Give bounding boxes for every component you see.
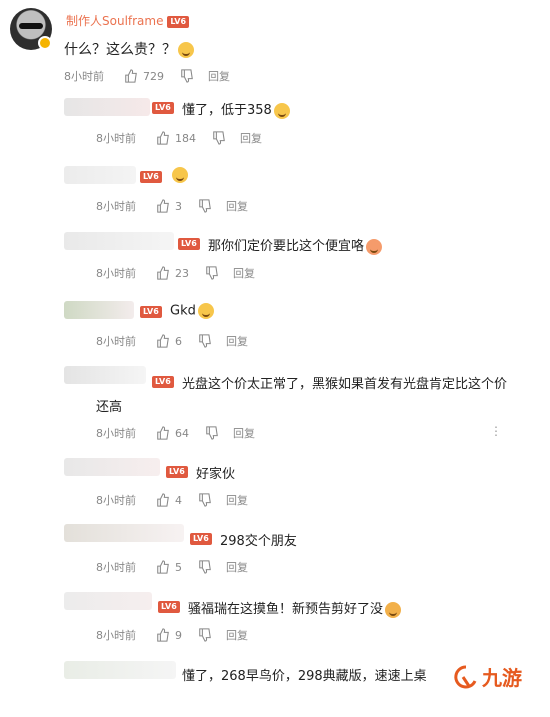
like-count: 5 <box>175 560 182 574</box>
reply-meta: 8小时前 3 回复 <box>96 198 248 214</box>
timestamp: 8小时前 <box>96 132 136 145</box>
emoji-icon <box>178 42 194 58</box>
reply-text: 懂了，268早鸟价，298典藏版，速速上桌 <box>182 669 427 684</box>
dislike-icon[interactable] <box>205 266 219 280</box>
dislike-icon[interactable] <box>198 199 212 213</box>
reply-text: 298交个朋友 <box>220 534 297 549</box>
emoji-icon <box>366 238 383 255</box>
reply-button[interactable]: 回复 <box>208 68 230 84</box>
level-badge: LV6 <box>152 376 174 388</box>
like-count: 64 <box>175 426 189 440</box>
timestamp: 8小时前 <box>96 267 136 280</box>
like-icon[interactable] <box>156 199 170 213</box>
reply-button[interactable]: 回复 <box>233 265 255 281</box>
like-count: 184 <box>175 131 196 145</box>
blurred-username <box>64 166 136 184</box>
like-icon[interactable] <box>156 334 170 348</box>
blurred-username <box>64 301 134 319</box>
dislike-icon[interactable] <box>198 560 212 574</box>
more-options-icon[interactable]: ⋮ <box>490 424 502 438</box>
like-icon[interactable] <box>156 426 170 440</box>
reply-text: 骚福瑞在这摸鱼！新预告剪好了没 <box>188 598 402 618</box>
dislike-icon[interactable] <box>198 334 212 348</box>
reply-text <box>170 167 188 183</box>
reply-meta: 8小时前 23 回复 <box>96 265 255 281</box>
like-icon[interactable] <box>156 266 170 280</box>
like-icon[interactable] <box>156 131 170 145</box>
doge-emoji-icon <box>385 601 402 618</box>
dislike-icon[interactable] <box>212 131 226 145</box>
level-badge: LV6 <box>166 466 188 478</box>
timestamp: 8小时前 <box>96 494 136 507</box>
blurred-username <box>64 661 176 679</box>
reply-text: 光盘这个价太正常了，黑猴如果首发有光盘肯定比这个价 <box>182 377 508 392</box>
like-icon[interactable] <box>156 560 170 574</box>
reply-button[interactable]: 回复 <box>226 492 248 508</box>
author-name[interactable]: 制作人Soulframe LV6 <box>66 12 190 29</box>
timestamp: 8小时前 <box>64 70 104 83</box>
like-count: 4 <box>175 493 182 507</box>
reply-meta: 8小时前 9 回复 <box>96 627 248 643</box>
blurred-username <box>64 524 184 542</box>
timestamp: 8小时前 <box>96 629 136 642</box>
blurred-username <box>64 232 174 250</box>
dislike-icon[interactable] <box>198 628 212 642</box>
watermark: 九游 <box>452 662 522 691</box>
like-count: 3 <box>175 199 182 213</box>
reply-text: 好家伙 <box>196 467 236 482</box>
dislike-icon[interactable] <box>180 69 194 83</box>
level-badge: LV6 <box>152 102 174 114</box>
like-count: 729 <box>143 69 164 83</box>
timestamp: 8小时前 <box>96 561 136 574</box>
reply-text: 懂了，低于358 <box>182 99 290 119</box>
blurred-username <box>64 98 150 116</box>
reply-text-continued: 还高 <box>96 400 123 415</box>
emoji-icon <box>172 167 188 183</box>
reply-text: 那你们定价要比这个便宜咯 <box>208 235 383 255</box>
jiuyou-logo-icon <box>454 664 477 688</box>
reply-meta: 8小时前 64 回复 <box>96 425 255 441</box>
emoji-icon <box>197 303 214 319</box>
level-badge: LV6 <box>140 171 162 183</box>
reply-button[interactable]: 回复 <box>226 627 248 643</box>
level-badge: LV6 <box>178 238 200 250</box>
timestamp: 8小时前 <box>96 335 136 348</box>
reply-meta: 8小时前 5 回复 <box>96 559 248 575</box>
verified-badge-icon <box>38 36 52 50</box>
blurred-username <box>64 366 146 384</box>
level-badge: LV6 <box>140 306 162 318</box>
reply-text: Gkd <box>170 303 214 319</box>
level-badge: LV6 <box>167 15 190 28</box>
like-count: 9 <box>175 628 182 642</box>
like-icon[interactable] <box>156 628 170 642</box>
timestamp: 8小时前 <box>96 200 136 213</box>
dislike-icon[interactable] <box>198 493 212 507</box>
level-badge: LV6 <box>158 601 180 613</box>
level-badge: LV6 <box>190 533 212 545</box>
blurred-username <box>64 458 160 476</box>
timestamp: 8小时前 <box>96 427 136 440</box>
reply-button[interactable]: 回复 <box>226 198 248 214</box>
reply-button[interactable]: 回复 <box>226 559 248 575</box>
reply-button[interactable]: 回复 <box>240 130 262 146</box>
reply-button[interactable]: 回复 <box>226 333 248 349</box>
dislike-icon[interactable] <box>205 426 219 440</box>
blurred-username <box>64 592 152 610</box>
comment-meta: 8小时前 729 回复 <box>64 68 230 84</box>
cat-emoji-icon <box>273 102 290 119</box>
reply-button[interactable]: 回复 <box>233 425 255 441</box>
like-icon[interactable] <box>124 69 138 83</box>
like-count: 23 <box>175 266 189 280</box>
reply-meta: 8小时前 4 回复 <box>96 492 248 508</box>
like-icon[interactable] <box>156 493 170 507</box>
reply-meta: 8小时前 6 回复 <box>96 333 248 349</box>
reply-meta: 8小时前 184 回复 <box>96 130 262 146</box>
like-count: 6 <box>175 334 182 348</box>
comment-text: 什么？这么贵？？ <box>64 39 194 59</box>
